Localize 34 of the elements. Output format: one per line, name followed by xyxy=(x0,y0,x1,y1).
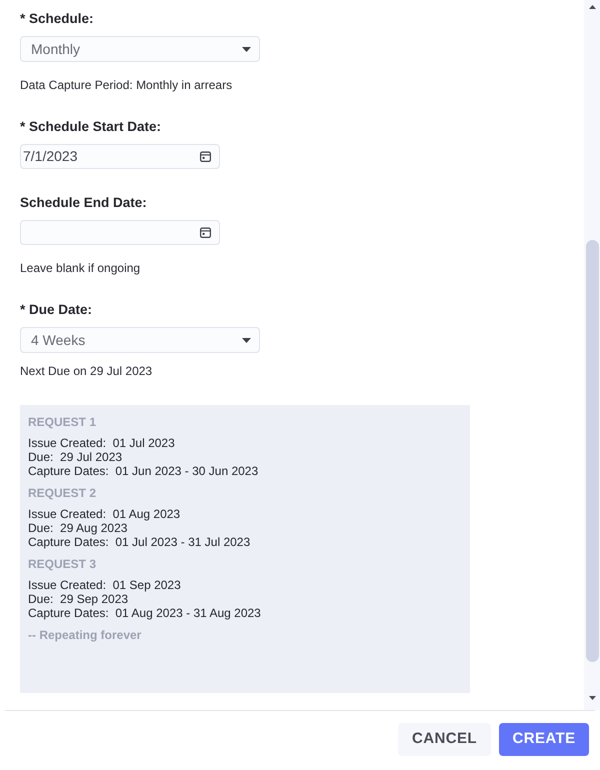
help-text: Leave blank if ongoing xyxy=(20,260,140,276)
dropdown-select[interactable]: 4 Weeks xyxy=(20,327,260,353)
field-label: * Schedule: xyxy=(20,10,94,28)
cancel-button[interactable]: CANCEL xyxy=(398,723,491,756)
create-button[interactable]: CREATE xyxy=(499,723,589,756)
request-detail: Due: 29 Jul 2023 xyxy=(28,450,122,464)
request-detail: Capture Dates: 01 Aug 2023 - 31 Aug 2023 xyxy=(28,606,261,620)
calendar-icon xyxy=(200,227,211,238)
scrollbar-thumb[interactable] xyxy=(586,240,598,662)
scrollbar[interactable] xyxy=(584,0,600,710)
request-heading: REQUEST 3 xyxy=(28,556,96,572)
help-text: Next Due on 29 Jul 2023 xyxy=(20,363,152,379)
field-label: * Due Date: xyxy=(20,301,92,319)
repeat-note: -- Repeating forever xyxy=(28,627,142,643)
scroll-down-icon[interactable] xyxy=(588,696,596,700)
request-heading: REQUEST 1 xyxy=(28,414,96,430)
request-detail: Due: 29 Sep 2023 xyxy=(28,592,128,606)
request-detail: Issue Created: 01 Aug 2023 xyxy=(28,507,180,521)
dropdown-select[interactable]: Monthly xyxy=(20,36,260,62)
caret-icon xyxy=(242,338,251,342)
request-heading: REQUEST 2 xyxy=(28,485,96,501)
date-field[interactable] xyxy=(20,220,220,245)
field-label: * Schedule Start Date: xyxy=(20,118,162,136)
request-detail: Capture Dates: 01 Jun 2023 - 30 Jun 2023 xyxy=(28,464,258,478)
request-detail: Issue Created: 01 Jul 2023 xyxy=(28,436,175,450)
calendar-icon xyxy=(200,151,211,162)
request-detail: Capture Dates: 01 Jul 2023 - 31 Jul 2023 xyxy=(28,535,250,549)
request-detail: Issue Created: 01 Sep 2023 xyxy=(28,578,181,592)
field-label: Schedule End Date: xyxy=(20,194,147,212)
caret-icon xyxy=(242,46,251,52)
date-field[interactable]: 7/1/2023 xyxy=(20,144,220,169)
request-detail: Due: 29 Aug 2023 xyxy=(28,521,128,535)
help-text: Data Capture Period: Monthly in arrears xyxy=(20,77,232,93)
scroll-up-icon[interactable] xyxy=(588,5,596,9)
